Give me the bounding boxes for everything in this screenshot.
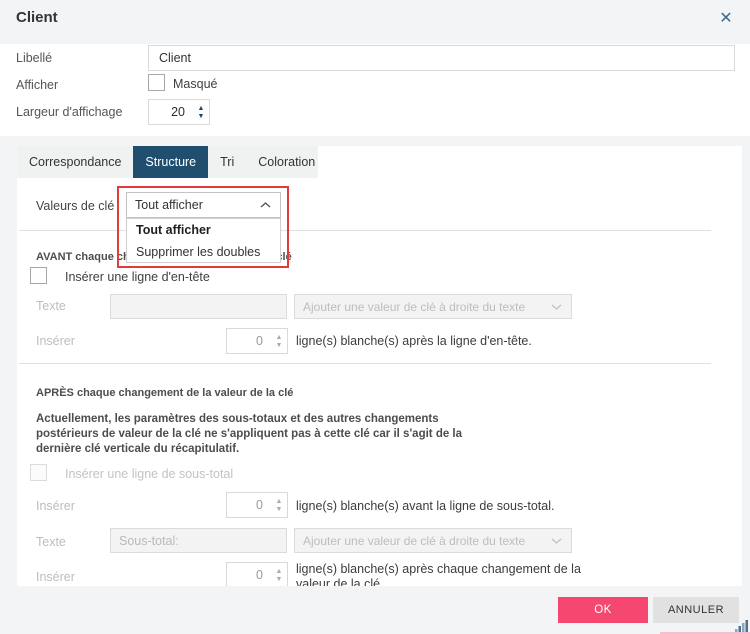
tab-coloration[interactable]: Coloration: [246, 146, 327, 178]
subtotal-after-value: 0: [256, 568, 263, 582]
tab-tri[interactable]: Tri: [208, 146, 246, 178]
masque-checkbox-label: Masqué: [173, 77, 218, 91]
insert-header-line-checkbox[interactable]: [30, 267, 47, 284]
ok-button[interactable]: OK: [558, 597, 648, 623]
key-values-select[interactable]: Tout afficher: [126, 192, 281, 218]
afficher-label: Afficher: [16, 78, 59, 92]
header-after-text: ligne(s) blanche(s) après la ligne d'en-…: [296, 334, 532, 348]
subtotal-before-text: ligne(s) blanche(s) avant la ligne de so…: [296, 499, 555, 513]
subtotal-after-spinner: 0 ▲ ▼: [226, 562, 288, 586]
subtotal-append-key-value: Ajouter une valeur de clé à droite du te…: [303, 533, 526, 548]
subtotal-after-text: ligne(s) blanche(s) après chaque changem…: [296, 562, 581, 586]
cancel-button[interactable]: ANNULER: [653, 597, 739, 623]
divider: [19, 363, 711, 364]
header-append-key-dropdown: Ajouter une valeur de clé à droite du te…: [294, 294, 572, 319]
chevron-up-icon: [260, 202, 271, 208]
dropdown-option-tout-afficher[interactable]: Tout afficher: [127, 219, 280, 241]
spinner-up-icon: ▲: [275, 497, 283, 505]
header-blank-lines-spinner: 0 ▲ ▼: [226, 328, 288, 354]
resize-grip-icon[interactable]: [735, 619, 749, 633]
header-texte-input: [110, 294, 287, 319]
largeur-spinner[interactable]: 20 ▲ ▼: [148, 99, 210, 125]
subtotal-before-value: 0: [256, 498, 263, 512]
inserer-label: Insérer: [36, 570, 75, 584]
chevron-down-icon: [551, 303, 562, 310]
structure-tab-panel: Correspondance Structure Tri Coloration …: [17, 146, 742, 586]
spinner-down-icon[interactable]: ▼: [198, 113, 205, 120]
masque-checkbox[interactable]: [148, 74, 165, 91]
inserer-label: Insérer: [36, 499, 75, 513]
insert-subtotal-line-checkbox: [30, 464, 47, 481]
libelle-label: Libellé: [16, 51, 53, 65]
dialog-title: Client: [16, 9, 58, 26]
insert-subtotal-line-label: Insérer une ligne de sous-total: [65, 467, 234, 481]
subtotal-texte-input: [110, 528, 287, 553]
spinner-up-icon[interactable]: ▲: [198, 105, 205, 112]
divider: [19, 230, 711, 231]
texte-label: Texte: [36, 299, 66, 313]
subtotal-notice-text: Actuellement, les paramètres des sous-to…: [36, 413, 463, 455]
dialog-header-form: Libellé Afficher Masqué Largeur d'affich…: [0, 44, 750, 136]
largeur-spinner-value: 20: [171, 105, 185, 119]
spinner-up-icon: ▲: [275, 567, 283, 575]
header-append-key-value: Ajouter une valeur de clé à droite du te…: [303, 299, 526, 314]
tab-strip: Correspondance Structure Tri Coloration: [17, 146, 318, 178]
spinner-down-icon: ▼: [275, 575, 283, 583]
spinner-down-icon: ▼: [275, 341, 283, 349]
largeur-label: Largeur d'affichage: [16, 105, 123, 119]
subtotal-before-spinner: 0 ▲ ▼: [226, 492, 288, 518]
subtotal-append-key-dropdown: Ajouter une valeur de clé à droite du te…: [294, 528, 572, 553]
apres-section-heading: APRÈS chaque changement de la valeur de …: [36, 387, 294, 399]
spinner-up-icon: ▲: [275, 333, 283, 341]
key-values-selected-value: Tout afficher: [135, 198, 203, 212]
chevron-down-icon: [551, 537, 562, 544]
close-icon[interactable]: ✕: [714, 6, 738, 30]
texte-label: Texte: [36, 535, 66, 549]
key-values-dropdown-list: Tout afficher Supprimer les doubles: [126, 218, 281, 263]
inserer-label: Insérer: [36, 334, 75, 348]
key-values-label: Valeurs de clé: [36, 199, 115, 213]
header-blank-lines-value: 0: [256, 334, 263, 348]
insert-header-line-label: Insérer une ligne d'en-tête: [65, 270, 210, 284]
libelle-input[interactable]: [148, 45, 735, 71]
dropdown-option-supprimer-doubles[interactable]: Supprimer les doubles: [127, 241, 280, 263]
spinner-down-icon: ▼: [275, 505, 283, 513]
tab-correspondance[interactable]: Correspondance: [17, 146, 133, 178]
tab-structure[interactable]: Structure: [133, 146, 209, 178]
